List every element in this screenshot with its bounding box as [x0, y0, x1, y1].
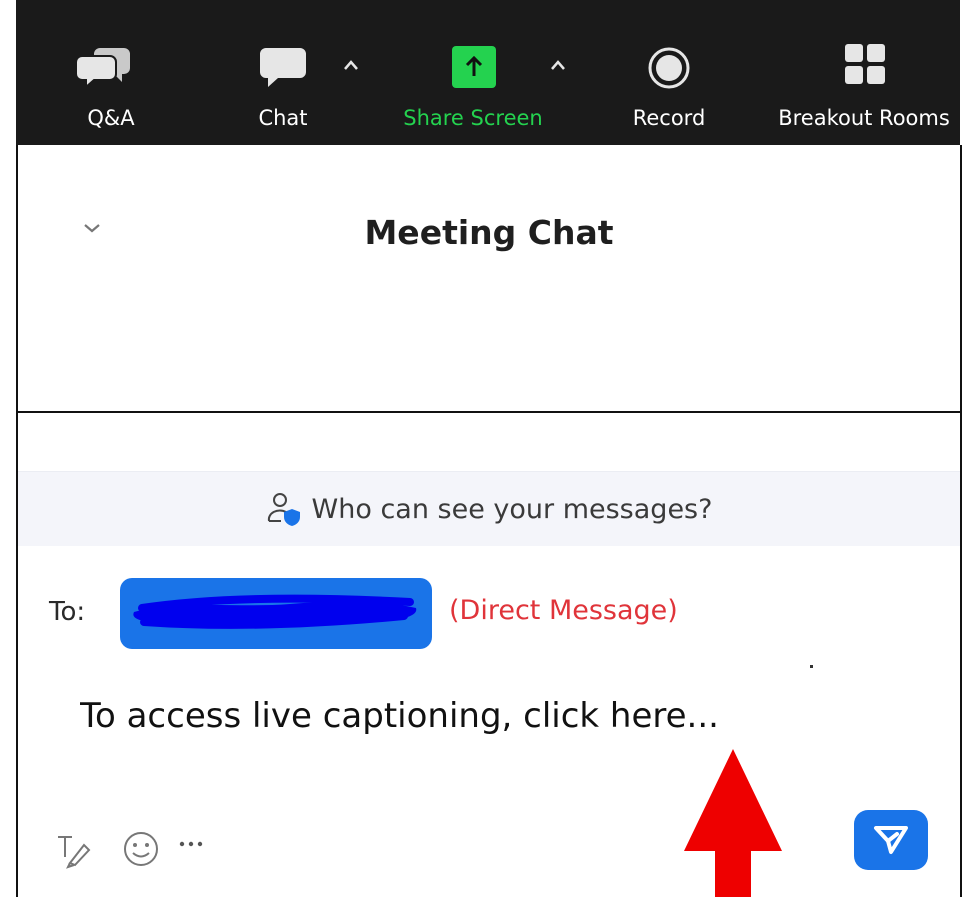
visibility-notice[interactable]: Who can see your messages? [18, 471, 960, 546]
more-icon[interactable] [178, 839, 204, 849]
emoji-icon[interactable] [121, 829, 161, 869]
breakout-rooms-label: Breakout Rooms [778, 106, 950, 130]
visibility-notice-text: Who can see your messages? [311, 493, 713, 525]
record-label: Record [632, 106, 706, 130]
to-label: To: [49, 597, 86, 627]
chat-label: Chat [258, 106, 308, 130]
breakout-rooms-icon [845, 44, 885, 84]
annotation-arrow [684, 749, 782, 897]
message-input[interactable] [78, 685, 902, 747]
qa-icon [76, 48, 130, 88]
chat-title: Meeting Chat [364, 213, 614, 252]
send-icon [874, 826, 908, 854]
send-button[interactable] [854, 810, 928, 870]
share-caret-icon[interactable] [549, 58, 567, 72]
chat-caret-icon[interactable] [342, 58, 360, 72]
recipient-selector[interactable] [120, 578, 432, 649]
qa-button[interactable]: Q&A [56, 0, 166, 145]
record-button[interactable]: Record [616, 0, 722, 145]
chat-header: Meeting Chat [18, 145, 960, 413]
share-screen-label: Share Screen [403, 106, 543, 130]
redaction-scribble [133, 594, 417, 629]
stray-dot [810, 665, 813, 668]
breakout-rooms-button[interactable]: Breakout Rooms [768, 0, 960, 145]
meeting-chat-panel: Meeting Chat Who can see your messages? … [16, 145, 962, 897]
share-screen-icon [452, 46, 496, 88]
person-shield-icon [267, 493, 300, 526]
share-screen-button[interactable]: Share Screen [398, 0, 548, 145]
meeting-toolbar: Q&A Chat Share Screen Record Breakout Ro… [16, 0, 960, 145]
chat-bubble-icon [260, 48, 306, 87]
text-format-icon[interactable] [54, 833, 94, 869]
direct-message-label: (Direct Message) [449, 595, 678, 626]
chat-button[interactable]: Chat [238, 0, 328, 145]
record-icon [648, 47, 690, 89]
qa-label: Q&A [87, 106, 135, 130]
